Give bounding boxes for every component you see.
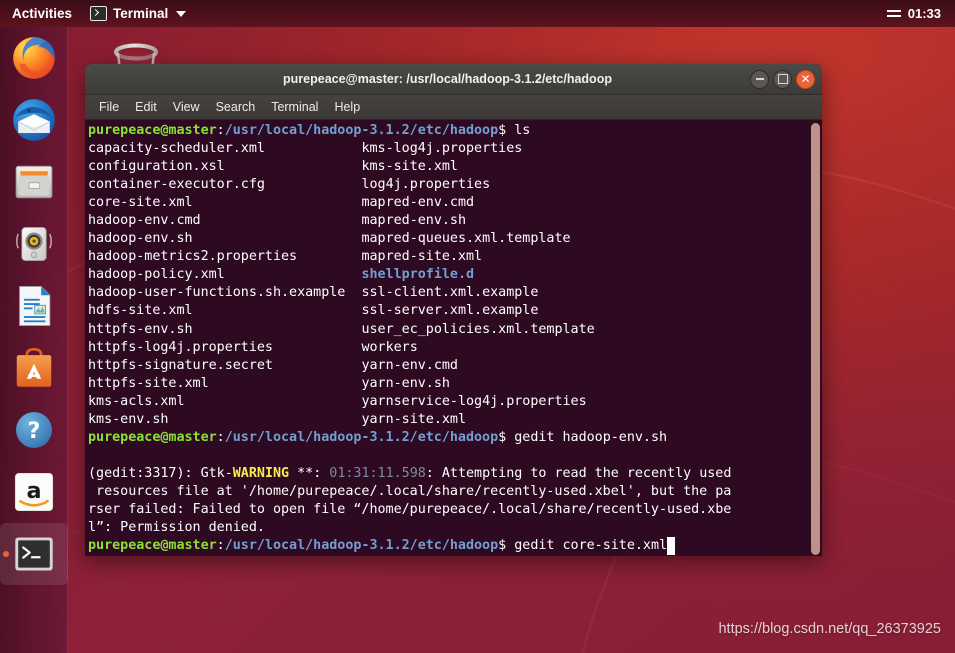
app-menu-label: Terminal: [113, 6, 169, 21]
dock-item-files[interactable]: [0, 151, 68, 213]
document-icon: [19, 286, 51, 326]
system-menu[interactable]: 01:33: [886, 6, 955, 21]
amazon-icon: a: [14, 472, 54, 512]
dock-item-ubuntu-software[interactable]: [0, 337, 68, 399]
window-title: purepeace@master: /usr/local/hadoop-3.1.…: [283, 72, 612, 86]
firefox-icon: [13, 37, 55, 79]
chevron-down-icon: [176, 10, 187, 17]
menu-bar: File Edit View Search Terminal Help: [85, 95, 822, 120]
menu-view[interactable]: View: [166, 98, 207, 116]
top-bar: Activities Terminal 01:33: [0, 0, 955, 27]
maximize-button[interactable]: [773, 69, 792, 89]
menu-terminal[interactable]: Terminal: [264, 98, 325, 116]
dock-item-firefox[interactable]: [0, 27, 68, 89]
minimize-button[interactable]: [750, 69, 769, 89]
menu-file[interactable]: File: [92, 98, 126, 116]
terminal-window[interactable]: purepeace@master: /usr/local/hadoop-3.1.…: [85, 64, 822, 556]
desktop-screen: Activities Terminal 01:33 ? a purepeace@…: [0, 0, 955, 653]
window-buttons: ✕: [750, 69, 822, 89]
hamburger-icon: [886, 9, 901, 18]
software-bag-icon: [16, 348, 52, 387]
dock-item-thunderbird[interactable]: [0, 89, 68, 151]
terminal-icon: [15, 537, 53, 571]
terminal-scrollbar[interactable]: [811, 123, 820, 555]
watermark-url: https://blog.csdn.net/qq_26373925: [718, 621, 941, 637]
dock-item-help[interactable]: ?: [0, 399, 68, 461]
menu-help[interactable]: Help: [327, 98, 367, 116]
scrollbar-thumb[interactable]: [811, 123, 820, 555]
dock-item-amazon[interactable]: a: [0, 461, 68, 523]
terminal-cursor: [667, 537, 676, 556]
svg-text:?: ?: [28, 418, 41, 444]
dock-item-libreoffice-writer[interactable]: [0, 275, 68, 337]
close-icon: ✕: [800, 72, 811, 86]
terminal-icon: [90, 6, 108, 21]
speaker-icon: [16, 227, 52, 261]
maximize-icon: [777, 74, 788, 84]
terminal-output: purepeace@master:/usr/local/hadoop-3.1.2…: [88, 122, 808, 556]
dock-item-terminal[interactable]: [0, 523, 68, 585]
clock-label: 01:33: [907, 6, 941, 21]
terminal-body[interactable]: purepeace@master:/usr/local/hadoop-3.1.2…: [85, 120, 822, 556]
menu-search[interactable]: Search: [209, 98, 263, 116]
close-button[interactable]: ✕: [796, 69, 815, 89]
minimize-icon: [755, 78, 764, 80]
file-cabinet-icon: [15, 165, 53, 199]
launcher-dock: ? a: [0, 27, 68, 653]
window-titlebar[interactable]: purepeace@master: /usr/local/hadoop-3.1.…: [85, 64, 822, 95]
svg-text:a: a: [26, 478, 41, 504]
activities-button[interactable]: Activities: [0, 0, 82, 27]
menu-edit[interactable]: Edit: [128, 98, 164, 116]
dock-item-rhythmbox[interactable]: [0, 213, 68, 275]
app-menu-terminal[interactable]: Terminal: [82, 0, 194, 27]
thunderbird-icon: [13, 99, 55, 141]
running-indicator-dot: [3, 551, 9, 557]
question-mark-icon: ?: [16, 412, 52, 448]
